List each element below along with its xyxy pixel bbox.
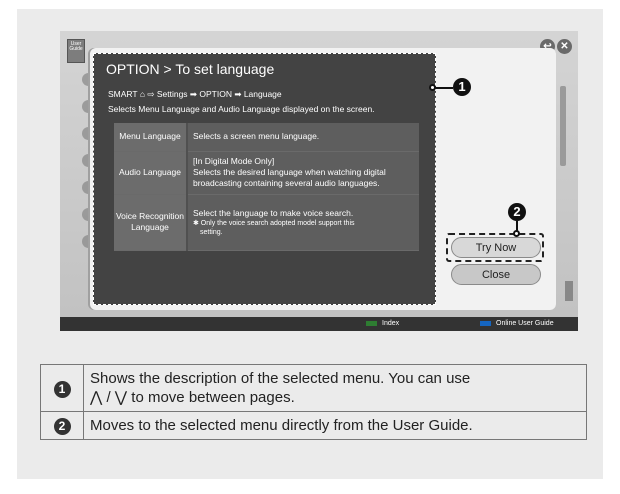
table-row: Audio Language [In Digital Mode Only] Se… [114,151,419,195]
path-rest: ⇨ Settings ➡ OPTION ➡ Language [147,89,282,99]
legend-num-cell: 1 [40,364,84,412]
tv-screenshot: User Guide ↩ ✕ OPTION > To set language … [60,31,578,331]
scroll-indicator [560,86,566,166]
legend-row: 1 Shows the description of the selected … [40,364,587,412]
close-button[interactable]: Close [451,264,541,285]
table-row: Menu Language Selects a screen menu lang… [114,123,419,152]
green-key-swatch [366,320,377,326]
row-value: Selects a screen menu language. [187,123,419,152]
option-table: Menu Language Selects a screen menu lang… [114,123,419,251]
callout-line [435,87,453,89]
legend-text: Moves to the selected menu directly from… [83,411,587,440]
legend-num-2: 2 [53,418,71,435]
callout-2: 2 [508,203,526,221]
row-value: Select the language to make voice search… [187,194,419,251]
index-button[interactable]: Index [366,317,399,331]
legend-text: Shows the description of the selected me… [83,364,587,412]
path-start: SMART [108,89,138,99]
blue-key-swatch [480,320,491,326]
legend-table: 1 Shows the description of the selected … [40,364,587,440]
panel-title: OPTION > To set language [106,61,275,77]
legend-row: 2 Moves to the selected menu directly fr… [40,411,587,440]
scroll-indicator [565,281,573,301]
row-note-line: setting. [200,228,223,236]
row-value-line: broadcasting containing several audio la… [193,178,380,188]
index-label: Index [382,320,400,327]
table-row: Voice Recognition Language Select the la… [114,194,419,251]
legend-num-cell: 2 [40,411,84,440]
legend-num-1: 1 [53,380,71,398]
menu-path: SMART ⌂ ⇨ Settings ➡ OPTION ➡ Language [108,89,282,100]
online-guide-button[interactable]: Online User Guide [480,317,554,331]
legend-line: ⋀ / ⋁ to move between pages. [90,389,295,406]
description-panel: OPTION > To set language SMART ⌂ ⇨ Setti… [93,53,436,305]
callout-anchor [513,230,520,237]
close-icon[interactable]: ✕ [557,39,572,54]
row-key: Menu Language [114,123,188,152]
row-value-line: [In Digital Mode Only] [193,156,275,166]
bottom-bar: Index Online User Guide [60,317,578,331]
home-icon: ⌂ [139,89,145,99]
page-up-down-icon: ⋀ / ⋁ [90,389,128,406]
try-now-button[interactable]: Try Now [451,237,541,258]
row-value-line: Selects the desired language when watchi… [193,167,386,177]
row-key: Audio Language [114,151,188,195]
legend-line: Shows the description of the selected me… [90,370,471,387]
callout-1: 1 [453,78,471,96]
row-value: [In Digital Mode Only] Selects the desir… [187,151,419,195]
panel-description: Selects Menu Language and Audio Language… [108,104,375,114]
online-guide-label: Online User Guide [496,320,554,327]
row-key: Voice Recognition Language [114,194,188,251]
row-value-line: Select the language to make voice search… [193,207,354,218]
row-note-line: ✱ Only the voice search adopted model su… [193,219,355,227]
user-guide-logo: User Guide [67,39,85,63]
